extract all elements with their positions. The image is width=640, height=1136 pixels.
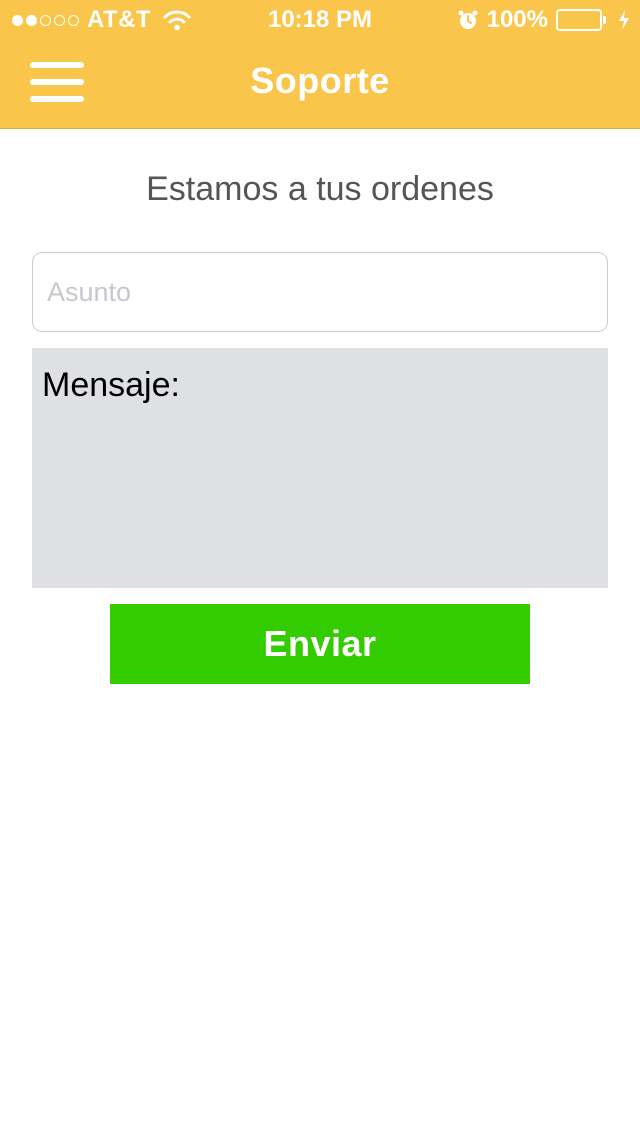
app-header: AT&T 10:18 PM 100% Soporte: [0, 0, 640, 129]
message-textarea[interactable]: Mensaje:: [32, 348, 608, 588]
battery-icon: [556, 9, 606, 31]
support-tagline: Estamos a tus ordenes: [146, 170, 494, 208]
charging-bolt-icon: [618, 10, 630, 30]
status-bar: AT&T 10:18 PM 100%: [0, 0, 640, 40]
page-title: Soporte: [250, 60, 390, 101]
send-button[interactable]: Enviar: [110, 604, 530, 684]
subject-input[interactable]: [32, 252, 608, 332]
battery-percent: 100%: [486, 6, 548, 33]
alarm-clock-icon: [457, 9, 479, 31]
status-right: 100%: [457, 6, 630, 34]
